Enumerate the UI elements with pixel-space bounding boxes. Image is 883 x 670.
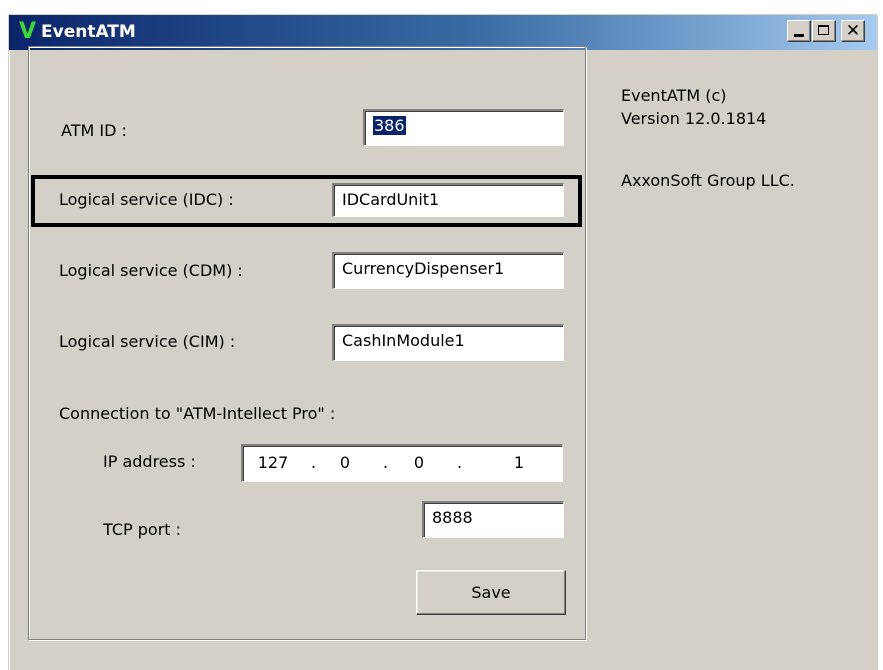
ip-address-label: IP address : <box>103 452 196 471</box>
app-logo-icon: V <box>19 19 37 44</box>
cdm-input[interactable]: CurrencyDispenser1 <box>332 252 564 289</box>
ip-address-input[interactable]: 127 . 0 . 0 . 1 <box>241 444 563 482</box>
minimize-icon <box>794 34 804 37</box>
app-copyright: EventATM (c) <box>621 86 727 105</box>
cim-label: Logical service (CIM) : <box>59 332 236 351</box>
ip-dot-separator: . <box>457 453 463 472</box>
cim-input[interactable]: CashInModule1 <box>332 324 564 361</box>
maximize-icon <box>818 25 829 35</box>
ip-octet-4[interactable]: 1 <box>499 452 539 474</box>
ip-octet-1[interactable]: 127 <box>253 452 293 474</box>
ip-dot-separator: . <box>311 453 317 472</box>
atm-id-label: ATM ID : <box>61 121 127 140</box>
save-button[interactable]: Save <box>416 570 566 615</box>
title-bar[interactable]: V EventATM ✕ <box>9 15 877 50</box>
cdm-label: Logical service (CDM) : <box>59 261 243 280</box>
connection-label: Connection to "ATM-Intellect Pro" : <box>59 404 336 423</box>
atm-id-value: 386 <box>373 116 406 135</box>
company-name: AxxonSoft Group LLC. <box>621 171 795 190</box>
ip-dot-separator: . <box>383 453 389 472</box>
window-title: EventATM <box>41 22 136 42</box>
idc-input[interactable]: IDCardUnit1 <box>332 183 564 217</box>
close-button[interactable]: ✕ <box>841 20 865 42</box>
app-version: Version 12.0.1814 <box>621 109 767 128</box>
minimize-button[interactable] <box>787 20 811 42</box>
atm-id-input[interactable]: 386 <box>363 109 564 146</box>
tcp-port-label: TCP port : <box>103 520 182 539</box>
ip-octet-3[interactable]: 0 <box>399 452 439 474</box>
tcp-port-input[interactable]: 8888 <box>422 501 564 538</box>
maximize-button[interactable] <box>812 20 836 42</box>
close-icon: ✕ <box>845 21 861 41</box>
idc-label: Logical service (IDC) : <box>59 190 234 209</box>
ip-octet-2[interactable]: 0 <box>325 452 365 474</box>
